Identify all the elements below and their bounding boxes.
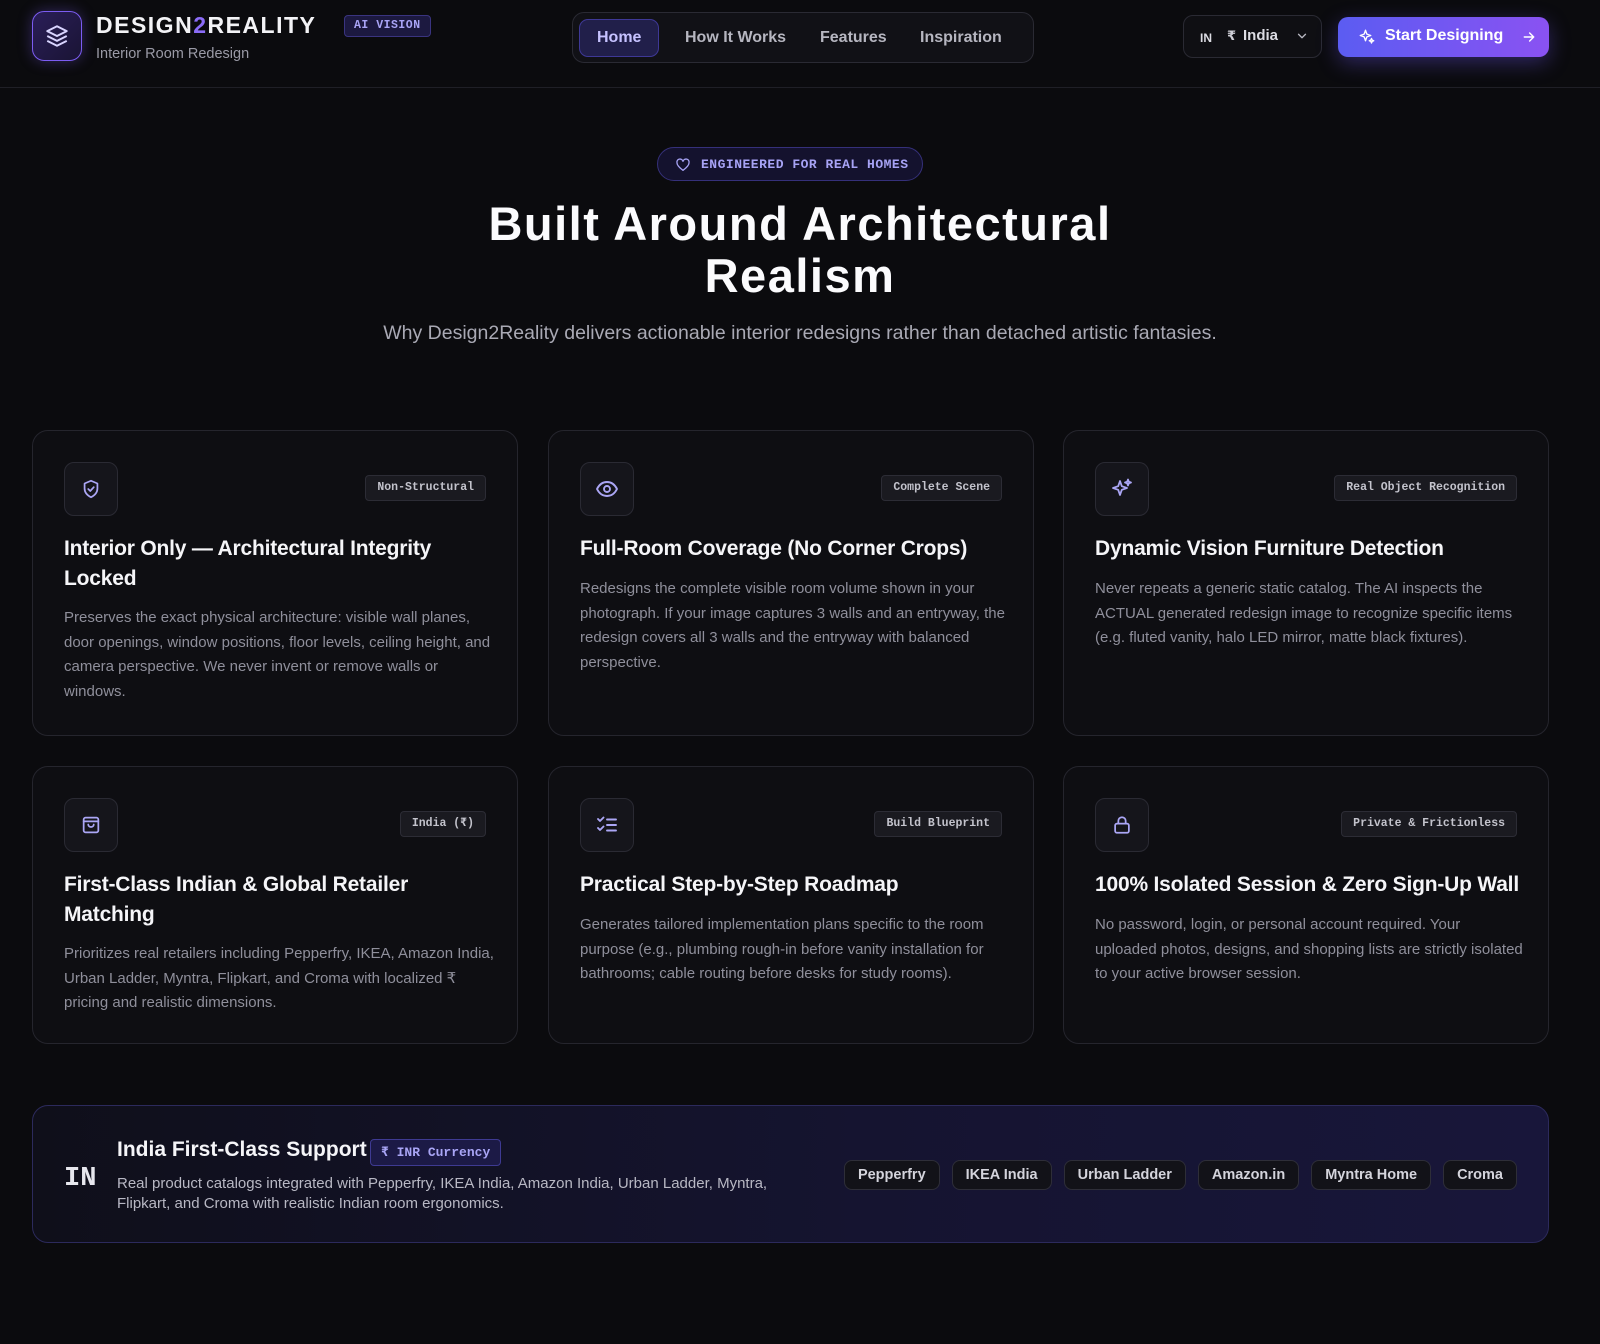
india-support-banner: IN India First-Class Support ₹ INR Curre… xyxy=(32,1105,1549,1243)
hero-badge: ENGINEERED FOR REAL HOMES xyxy=(657,147,923,181)
chevron-down-icon xyxy=(1297,33,1307,39)
card-description: Prioritizes real retailers including Pep… xyxy=(64,945,494,1011)
inr-currency-badge: ₹ INR Currency xyxy=(370,1139,502,1166)
card-tag: Non-Structural xyxy=(365,475,486,501)
card-title: 100% Isolated Session & Zero Sign-Up Wal… xyxy=(1095,873,1519,896)
card-title: First-Class Indian & Global Retailer Mat… xyxy=(64,873,409,926)
top-navbar: DESIGN2REALITY AI VISION Interior Room R… xyxy=(0,0,1600,88)
hero-title-line-1: Built Around Architectural xyxy=(488,197,1112,250)
hero-badge-text: ENGINEERED FOR REAL HOMES xyxy=(701,157,909,172)
card-icon-box xyxy=(64,798,118,852)
card-icon-box xyxy=(1095,462,1149,516)
support-description: Real product catalogs integrated with Pe… xyxy=(117,1175,768,1212)
region-name: India xyxy=(1243,27,1279,44)
card-description: Preserves the exact physical architectur… xyxy=(64,609,491,700)
support-title: India First-Class Support xyxy=(117,1138,367,1161)
brand-name[interactable]: DESIGN2REALITY xyxy=(96,12,316,39)
retailer-chip-myntra-home: Myntra Home xyxy=(1311,1160,1432,1190)
nav-how-it-works[interactable]: How It Works xyxy=(668,19,803,57)
retailer-chip-croma: Croma xyxy=(1443,1160,1517,1190)
feature-card: Build Blueprint Practical Step-by-Step R… xyxy=(548,766,1034,1044)
card-tag: Real Object Recognition xyxy=(1334,475,1517,501)
sparkles-icon xyxy=(1112,478,1132,496)
main-nav: Home How It Works Features Inspiration xyxy=(572,12,1034,63)
feature-card: Private & Frictionless 100% Isolated Ses… xyxy=(1063,766,1549,1044)
hero-title-line-2: Realism xyxy=(704,249,896,302)
feature-card: Non-Structural Interior Only — Architect… xyxy=(32,430,518,736)
hero-subtitle: Why Design2Reality delivers actionable i… xyxy=(383,322,1217,344)
sparkles-icon xyxy=(1359,29,1375,44)
card-icon-box xyxy=(580,462,634,516)
shield-icon xyxy=(83,479,99,499)
nav-home[interactable]: Home xyxy=(579,19,660,57)
lock-icon xyxy=(1114,816,1130,834)
cta-label: Start Designing xyxy=(1385,27,1504,44)
currency-symbol: ₹ xyxy=(1227,28,1237,43)
card-tag: India (₹) xyxy=(399,811,486,837)
card-description: No password, login, or personal account … xyxy=(1095,916,1523,982)
card-tag: Build Blueprint xyxy=(874,811,1002,837)
region-code: IN xyxy=(1200,31,1212,45)
logo[interactable] xyxy=(32,11,82,61)
eye-icon xyxy=(596,481,618,497)
card-description: Never repeats a generic static catalog. … xyxy=(1095,580,1513,646)
heart-hand-icon xyxy=(676,158,690,171)
region-selector[interactable]: IN ₹ India xyxy=(1183,15,1322,58)
card-description: Redesigns the complete visible room volu… xyxy=(580,580,1005,671)
feature-card: India (₹) First-Class Indian & Global Re… xyxy=(32,766,518,1044)
retailer-chip-pepperfry: Pepperfry xyxy=(843,1160,940,1190)
layers-icon xyxy=(46,25,68,47)
card-title: Practical Step-by-Step Roadmap xyxy=(580,873,899,896)
shopping-bag-icon xyxy=(82,816,100,834)
retailer-chip-urban-ladder: Urban Ladder xyxy=(1063,1160,1186,1190)
card-icon-box xyxy=(1095,798,1149,852)
arrow-right-icon xyxy=(1523,32,1535,42)
nav-inspiration[interactable]: Inspiration xyxy=(903,19,1019,57)
card-title: Full-Room Coverage (No Corner Crops) xyxy=(580,537,968,560)
card-title: Interior Only — Architectural Integrity … xyxy=(64,537,432,590)
india-flag-code: IN xyxy=(64,1164,97,1194)
card-icon-box xyxy=(580,798,634,852)
card-icon-box xyxy=(64,462,118,516)
card-tag: Complete Scene xyxy=(881,475,1002,501)
card-description: Generates tailored implementation plans … xyxy=(580,916,984,982)
retailer-chip-amazon: Amazon.in xyxy=(1197,1160,1300,1190)
hero-title: Built Around Architectural Realism xyxy=(300,198,1300,302)
nav-features[interactable]: Features xyxy=(803,19,904,57)
start-designing-button[interactable]: Start Designing xyxy=(1338,17,1549,57)
checklist-icon xyxy=(597,816,617,832)
ai-vision-badge: AI VISION xyxy=(344,15,431,37)
brand-subtitle: Interior Room Redesign xyxy=(96,46,250,62)
card-tag: Private & Frictionless xyxy=(1341,811,1517,837)
retailer-chip-ikea-india: IKEA India xyxy=(951,1160,1052,1190)
retailer-list: Pepperfry IKEA India Urban Ladder Amazon… xyxy=(843,1160,1517,1190)
feature-card: Complete Scene Full-Room Coverage (No Co… xyxy=(548,430,1034,736)
card-title: Dynamic Vision Furniture Detection xyxy=(1095,537,1444,560)
feature-card: Real Object Recognition Dynamic Vision F… xyxy=(1063,430,1549,736)
